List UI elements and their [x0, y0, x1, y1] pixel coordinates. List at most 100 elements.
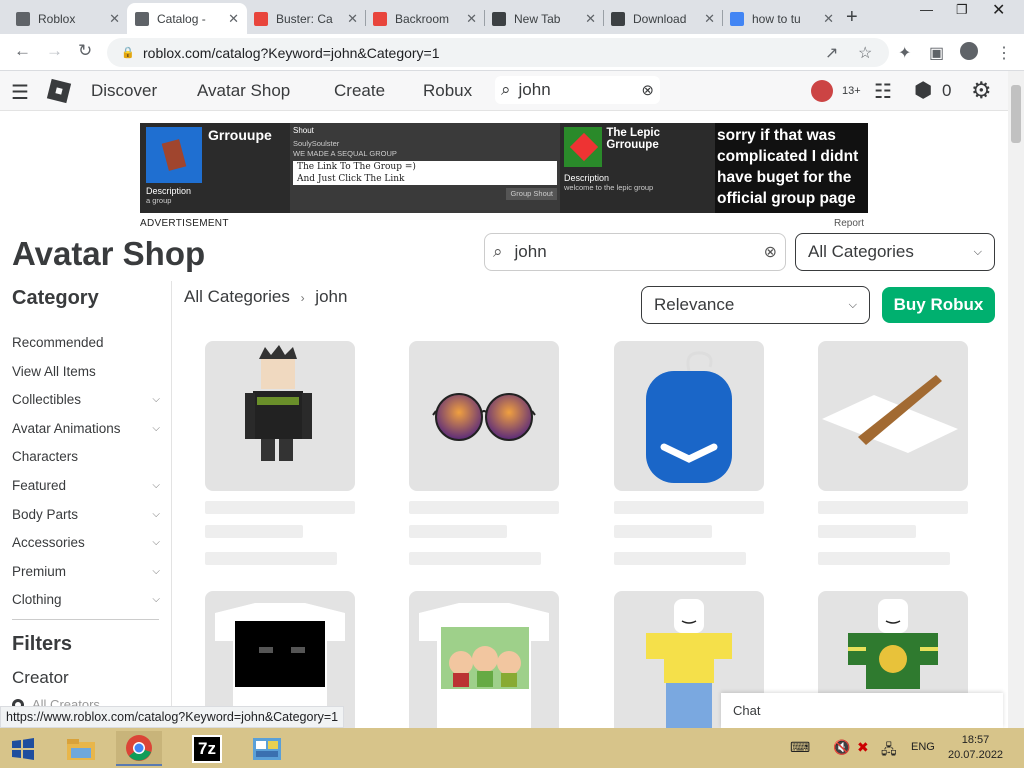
chevron-down-icon[interactable]: ⌵ — [152, 394, 160, 407]
category-select[interactable]: All Categories ⌵ — [795, 233, 995, 271]
nav-discover[interactable]: Discover — [91, 81, 157, 101]
close-window-icon[interactable]: ✕ — [992, 0, 1005, 20]
nav-create[interactable]: Create — [334, 81, 385, 101]
close-tab-icon[interactable]: ✕ — [585, 11, 596, 27]
browser-tab[interactable]: New Tab ✕ — [484, 3, 604, 34]
start-windows-icon[interactable] — [0, 731, 46, 766]
chat-bar[interactable]: Chat — [721, 693, 1003, 728]
close-tab-icon[interactable]: ✕ — [228, 11, 239, 27]
share-icon[interactable]: ↗ — [825, 43, 838, 63]
item-thumbnail[interactable] — [205, 341, 355, 491]
browser-tab[interactable]: how to tu ✕ — [722, 3, 842, 34]
sidebar-category-item[interactable]: Featured ⌵ — [12, 478, 160, 493]
extensions-icon[interactable]: ✦ — [898, 43, 911, 63]
browser-tab[interactable]: Download ✕ — [603, 3, 723, 34]
volume-muted-icon[interactable]: 🔇 — [833, 739, 850, 756]
network-error-icon[interactable]: ✖ — [857, 739, 869, 756]
sidebar-category-item[interactable]: Premium ⌵ — [12, 564, 160, 579]
catalog-search-value[interactable]: john — [515, 242, 764, 262]
chevron-down-icon[interactable]: ⌵ — [152, 509, 160, 522]
item-card[interactable] — [818, 341, 968, 565]
sidebar-category-item[interactable]: Characters — [12, 449, 160, 464]
settings-gear-icon[interactable]: ⚙ — [971, 77, 992, 104]
ad-panel-shout: Shout SoulySoulster WE MADE A SEQUAL GRO… — [290, 123, 560, 213]
clear-search-icon[interactable]: ⊗ — [641, 81, 654, 99]
sort-select[interactable]: Relevance ⌵ — [641, 286, 870, 324]
browser-tab[interactable]: Catalog - ✕ — [127, 3, 247, 34]
item-thumbnail[interactable] — [614, 341, 764, 491]
url-field[interactable]: 🔒 roblox.com/catalog?Keyword=john&Catego… — [107, 38, 889, 67]
buy-robux-button[interactable]: Buy Robux — [882, 287, 995, 323]
nav-robux[interactable]: Robux — [423, 81, 472, 101]
control-panel-icon[interactable] — [244, 731, 290, 766]
chevron-down-icon[interactable]: ⌵ — [152, 537, 160, 550]
system-clock[interactable]: 18:57 20.07.2022 — [948, 733, 1003, 763]
roblox-logo-icon[interactable] — [46, 78, 72, 104]
reload-icon[interactable]: ↻ — [78, 41, 92, 61]
close-tab-icon[interactable]: ✕ — [109, 11, 120, 27]
network-icon[interactable]: 🖧 — [881, 739, 897, 763]
page-scrollbar[interactable] — [1008, 71, 1024, 728]
nav-search-field[interactable]: ⌕ john ⊗ — [495, 76, 660, 104]
hamburger-menu-icon[interactable]: ☰ — [11, 80, 29, 105]
forward-icon[interactable]: → — [46, 41, 63, 61]
close-tab-icon[interactable]: ✕ — [704, 11, 715, 27]
browser-tab[interactable]: Roblox ✕ — [8, 3, 128, 34]
chevron-down-icon[interactable]: ⌵ — [152, 480, 160, 493]
sunglasses-image — [432, 393, 536, 441]
profile-avatar[interactable] — [960, 42, 978, 60]
sidebar-category-item[interactable]: Collectibles ⌵ — [12, 392, 160, 407]
robux-icon[interactable]: ⬢ — [914, 78, 932, 103]
sidebar-category-item[interactable]: View All Items — [12, 364, 160, 379]
tab-favicon-icon — [254, 11, 268, 26]
browser-tab[interactable]: Backroom ✕ — [365, 3, 485, 34]
breadcrumb-root[interactable]: All Categories — [184, 287, 290, 306]
sidebar-category-item[interactable]: Body Parts ⌵ — [12, 507, 160, 522]
item-card[interactable] — [409, 341, 559, 565]
sidebar-category-item[interactable]: Accessories ⌵ — [12, 535, 160, 550]
browser-tab[interactable]: Buster: Ca ✕ — [246, 3, 366, 34]
chevron-down-icon[interactable]: ⌵ — [152, 423, 160, 436]
shout-label: Shout — [293, 126, 314, 135]
chrome-icon[interactable] — [116, 731, 162, 766]
group2-title: The Lepic Grrouupe — [606, 127, 661, 151]
item-thumbnail[interactable] — [409, 341, 559, 491]
close-tab-icon[interactable]: ✕ — [466, 11, 477, 27]
user-avatar[interactable] — [811, 80, 833, 102]
keyboard-icon[interactable]: ⌨ — [790, 739, 810, 756]
nav-avatar-shop[interactable]: Avatar Shop — [197, 81, 290, 101]
item-thumbnail[interactable] — [409, 591, 559, 728]
notifications-icon[interactable]: ☷ — [874, 79, 892, 104]
chevron-down-icon[interactable]: ⌵ — [152, 566, 160, 579]
close-tab-icon[interactable]: ✕ — [823, 11, 834, 27]
back-icon[interactable]: ← — [14, 41, 31, 61]
restore-icon[interactable]: ❐ — [956, 2, 968, 18]
item-card[interactable] — [409, 591, 559, 728]
scrollbar-thumb[interactable] — [1011, 85, 1021, 143]
advertisement-banner[interactable]: Grrouupe Description a group Shout Souly… — [140, 123, 868, 213]
sidebar-category-item[interactable]: Clothing ⌵ — [12, 592, 160, 607]
language-indicator[interactable]: ENG — [911, 741, 935, 753]
catalog-search-input[interactable]: ⌕ john ⊗ — [484, 233, 786, 271]
report-ad-link[interactable]: Report — [834, 218, 864, 229]
chevron-down-icon[interactable]: ⌵ — [152, 594, 160, 607]
tab-separator — [365, 10, 366, 26]
file-explorer-icon[interactable] — [58, 731, 104, 766]
sidebar-category-label: Clothing — [12, 592, 62, 608]
sidepanel-icon[interactable]: ▣ — [929, 43, 944, 63]
clear-search-icon[interactable]: ⊗ — [764, 242, 777, 262]
minimize-icon[interactable]: — — [920, 2, 933, 17]
nav-search-value[interactable]: john — [519, 80, 642, 100]
item-card[interactable] — [205, 341, 355, 565]
browser-menu-icon[interactable]: ⋮ — [996, 43, 1012, 63]
new-tab-button[interactable]: + — [846, 6, 858, 29]
bookmark-star-icon[interactable]: ☆ — [858, 43, 872, 63]
tab-favicon-icon — [16, 11, 30, 26]
tab-favicon-icon — [373, 11, 387, 26]
7zip-icon[interactable]: 7z — [184, 731, 230, 766]
item-thumbnail[interactable] — [818, 341, 968, 491]
sidebar-category-item[interactable]: Avatar Animations ⌵ — [12, 421, 160, 436]
item-card[interactable] — [614, 341, 764, 565]
close-tab-icon[interactable]: ✕ — [347, 11, 358, 27]
sidebar-category-item[interactable]: Recommended — [12, 335, 160, 350]
